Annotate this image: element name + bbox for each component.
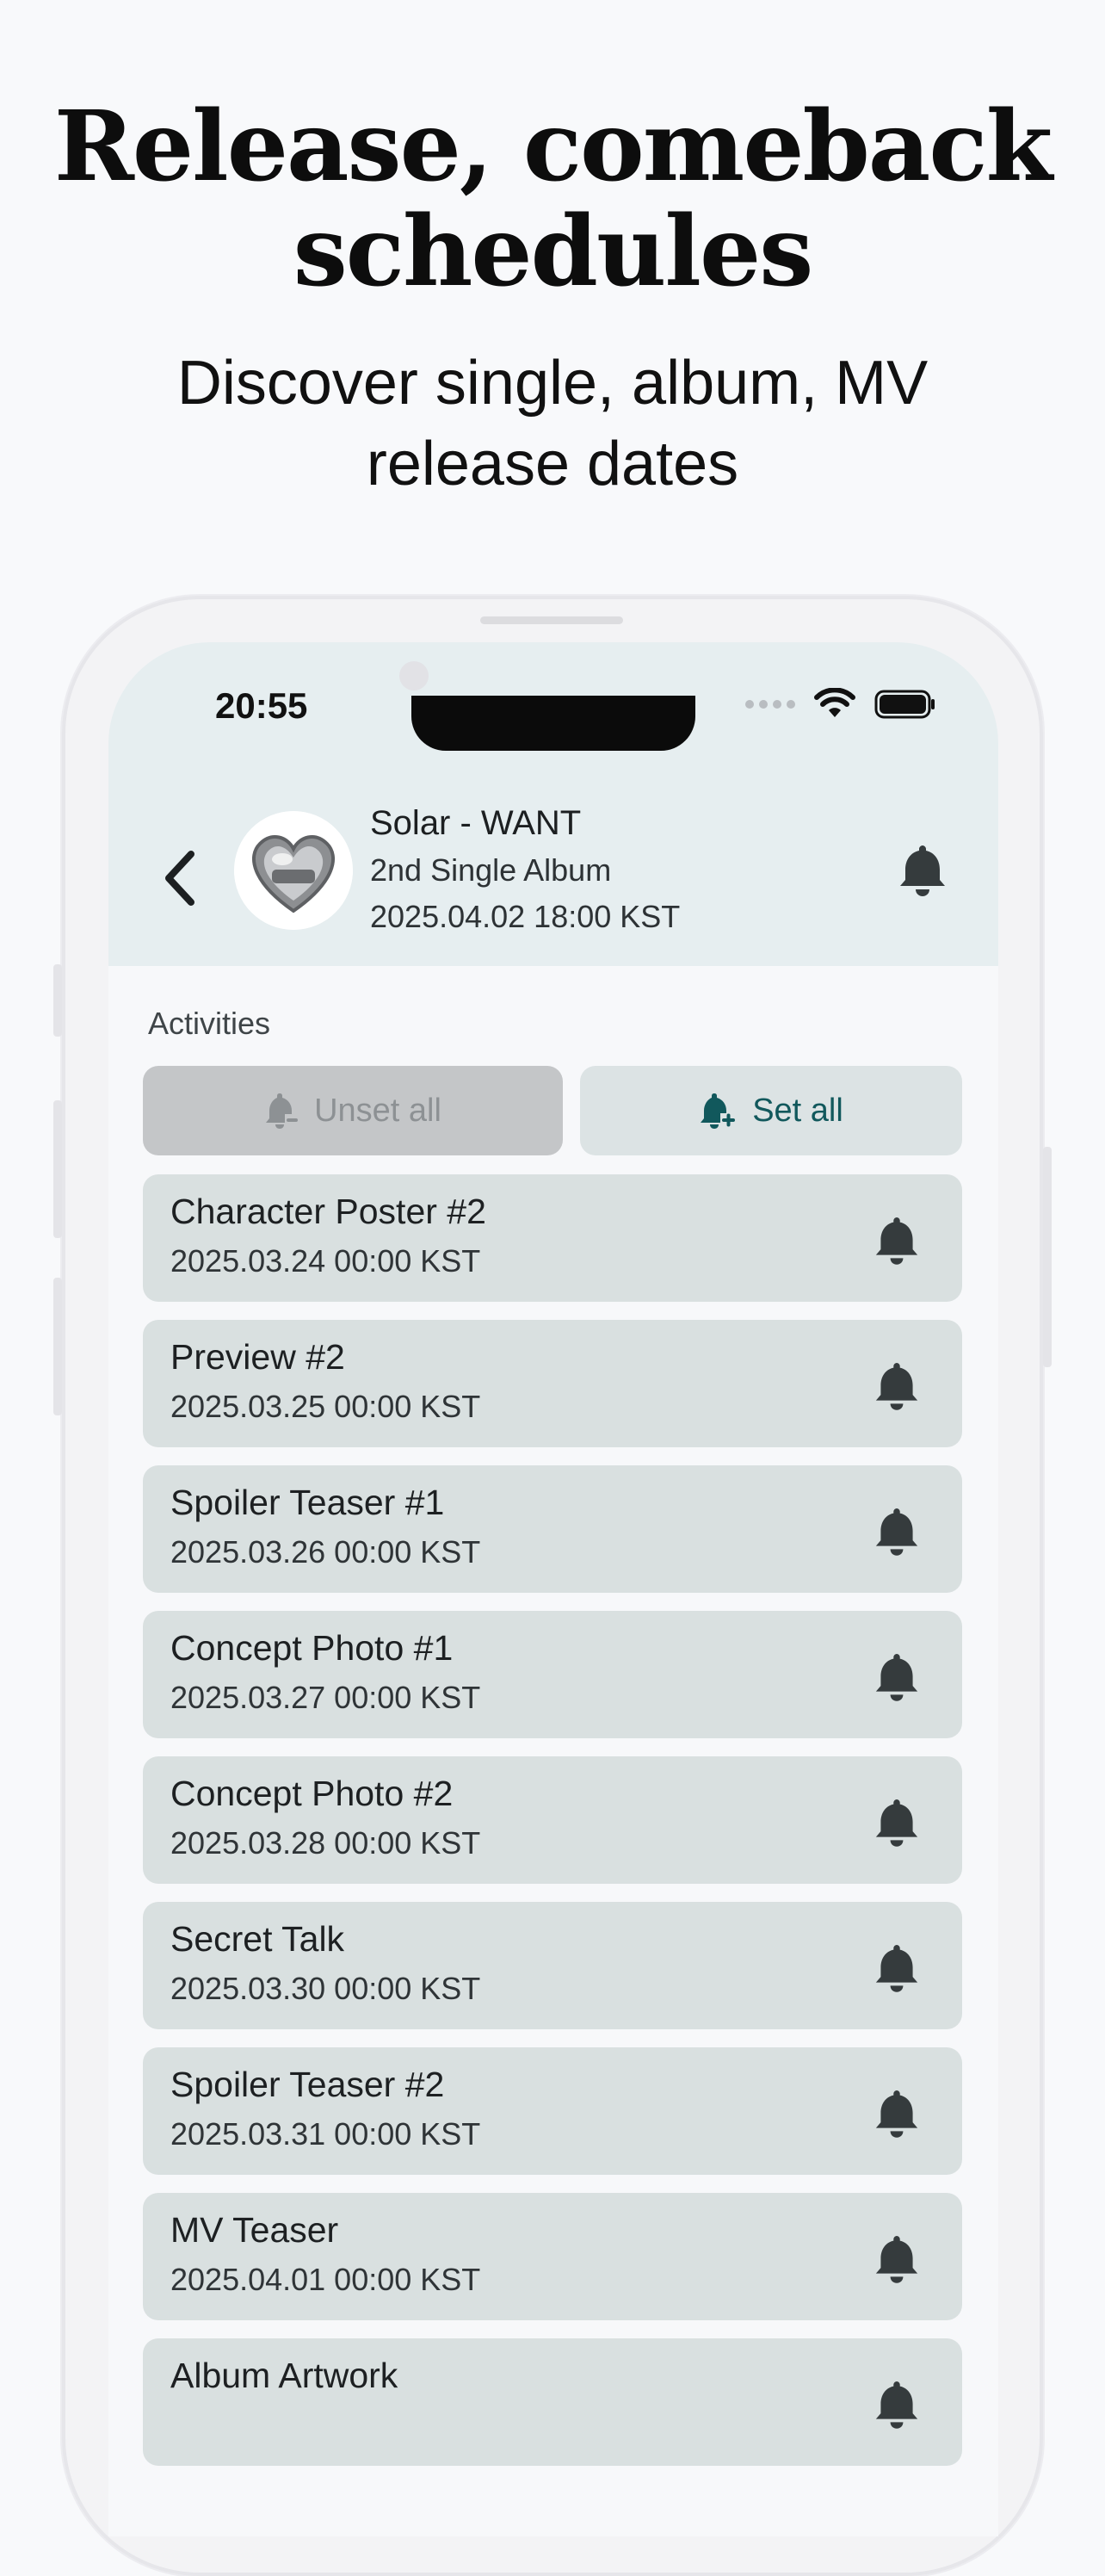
bell-icon[interactable] <box>874 1941 919 1993</box>
back-button[interactable] <box>153 844 205 913</box>
bell-minus-icon <box>266 1093 299 1129</box>
unset-all-label: Unset all <box>314 1092 441 1129</box>
promo-subhead: Discover single, album, MV release dates <box>0 343 1105 505</box>
activity-item[interactable]: Concept Photo #1 2025.03.27 00:00 KST <box>143 1611 962 1738</box>
chevron-left-icon <box>165 851 194 906</box>
activity-item[interactable]: Secret Talk 2025.03.30 00:00 KST <box>143 1902 962 2029</box>
side-button-power <box>1043 1147 1052 1367</box>
activity-name: Concept Photo #1 <box>170 1628 454 1668</box>
activity-name: Album Artwork <box>170 2356 398 2395</box>
activity-date: 2025.03.31 00:00 KST <box>170 2116 481 2152</box>
bell-icon[interactable] <box>874 2378 919 2430</box>
set-all-button[interactable]: Set all <box>580 1066 962 1155</box>
side-button-volume-up <box>53 1100 62 1238</box>
bell-icon[interactable] <box>874 1214 919 1266</box>
bell-icon[interactable] <box>874 2087 919 2139</box>
activity-item[interactable]: MV Teaser 2025.04.01 00:00 KST <box>143 2193 962 2320</box>
side-button-volume-down <box>53 1278 62 1415</box>
promo-headline: Release, comeback schedules <box>0 95 1105 305</box>
album-type: 2nd Single Album <box>370 852 612 888</box>
bell-icon[interactable] <box>874 1650 919 1702</box>
signal-icon <box>745 700 795 709</box>
album-release-date: 2025.04.02 18:00 KST <box>370 899 681 934</box>
album-cover <box>234 811 353 930</box>
activity-item[interactable]: Preview #2 2025.03.25 00:00 KST <box>143 1320 962 1447</box>
wifi-icon <box>814 688 855 717</box>
activity-list: Character Poster #2 2025.03.24 00:00 KST… <box>143 1174 962 2484</box>
activity-name: MV Teaser <box>170 2210 339 2250</box>
bell-plus-icon <box>701 1093 736 1129</box>
subhead-line-2: release dates <box>366 430 739 498</box>
activity-name: Spoiler Teaser #1 <box>170 1483 445 1522</box>
activity-date: 2025.03.27 00:00 KST <box>170 1680 481 1715</box>
heart-cover-icon <box>234 811 353 930</box>
album-header: 20:55 Solar - WANT 2nd Single Album 2025… <box>108 642 998 966</box>
activity-date: 2025.03.26 00:00 KST <box>170 1534 481 1570</box>
set-all-label: Set all <box>752 1092 843 1129</box>
status-time: 20:55 <box>215 685 308 726</box>
activity-item[interactable]: Spoiler Teaser #1 2025.03.26 00:00 KST <box>143 1465 962 1593</box>
front-camera <box>399 661 429 690</box>
activity-name: Concept Photo #2 <box>170 1774 454 1813</box>
phone-speaker <box>480 616 623 624</box>
battery-icon <box>874 690 935 719</box>
activity-name: Spoiler Teaser #2 <box>170 2065 445 2104</box>
activities-label: Activities <box>148 1006 271 1041</box>
activity-item[interactable]: Concept Photo #2 2025.03.28 00:00 KST <box>143 1756 962 1884</box>
album-notify-button[interactable] <box>898 842 947 897</box>
bell-icon <box>900 845 945 896</box>
album-title: Solar - WANT <box>370 804 582 842</box>
activity-item[interactable]: Spoiler Teaser #2 2025.03.31 00:00 KST <box>143 2047 962 2175</box>
bell-icon[interactable] <box>874 2232 919 2284</box>
activity-name: Character Poster #2 <box>170 1192 486 1231</box>
activity-name: Secret Talk <box>170 1919 345 1959</box>
activity-item[interactable]: Character Poster #2 2025.03.24 00:00 KST <box>143 1174 962 1302</box>
bell-icon[interactable] <box>874 1505 919 1557</box>
bell-icon[interactable] <box>874 1796 919 1848</box>
activity-date: 2025.04.01 00:00 KST <box>170 2262 481 2297</box>
unset-all-button[interactable]: Unset all <box>143 1066 563 1155</box>
bell-icon[interactable] <box>874 1359 919 1411</box>
activity-date: 2025.03.30 00:00 KST <box>170 1971 481 2006</box>
activity-item[interactable]: Album Artwork <box>143 2338 962 2466</box>
activity-date: 2025.03.25 00:00 KST <box>170 1389 481 1424</box>
activity-date: 2025.03.24 00:00 KST <box>170 1243 481 1279</box>
activity-name: Preview #2 <box>170 1337 345 1377</box>
dynamic-island <box>411 696 695 751</box>
phone-screen: 20:55 Solar - WANT 2nd Single Album 2025… <box>108 642 998 2536</box>
side-button-silent <box>53 964 62 1037</box>
headline-line-1: Release, comeback <box>53 90 1053 203</box>
activity-date: 2025.03.28 00:00 KST <box>170 1825 481 1861</box>
headline-line-2: schedules <box>293 195 814 308</box>
status-icons <box>745 687 936 721</box>
subhead-line-1: Discover single, album, MV <box>176 349 929 418</box>
